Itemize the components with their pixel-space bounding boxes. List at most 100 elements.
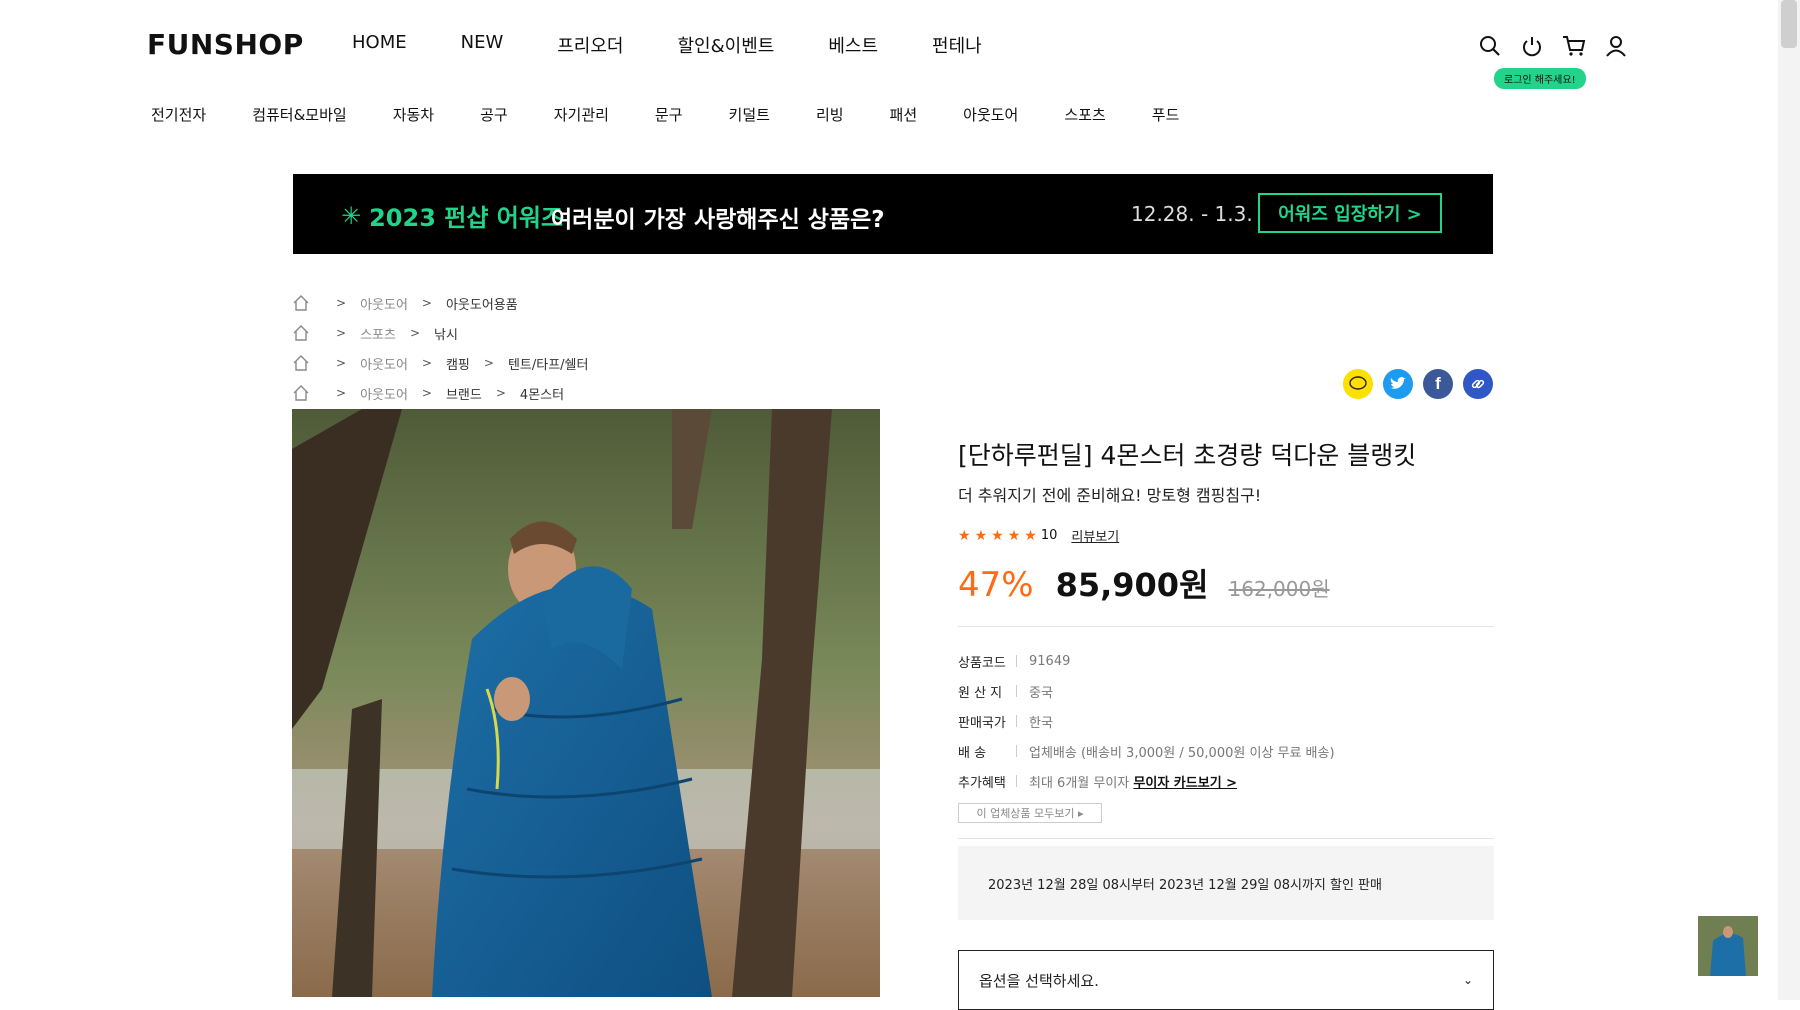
search-icon[interactable] [1476,32,1504,60]
breadcrumb-item[interactable]: 아웃도어 [360,384,408,403]
category-nav: 전기전자 컴퓨터&모바일 자동차 공구 자기관리 문구 키덜트 리빙 패션 아웃… [151,104,1225,125]
info-row: 추가혜택 최대 6개월 무이자 무이자 카드보기 > [958,766,1335,796]
chevron-right-icon: > [336,326,347,340]
info-key: 배 송 [958,745,987,761]
main-nav: HOME NEW 프리오더 할인&이벤트 베스트 펀테나 [352,32,1036,58]
interest-free-card-link[interactable]: 무이자 카드보기 > [1133,776,1237,791]
option-placeholder: 옵션을 선택하세요. [979,971,1099,990]
category-item[interactable]: 아웃도어 [963,104,1018,125]
scrollbar[interactable] [1778,0,1800,1000]
home-icon[interactable] [292,384,310,402]
product-title: [단하루펀딜] 4몬스터 초경량 덕다운 블랭킷 [958,441,1417,470]
rating-count: 10 [1040,528,1058,543]
cart-icon[interactable] [1560,32,1588,60]
info-value: 최대 6개월 무이자 무이자 카드보기 > [1029,775,1238,791]
nav-best[interactable]: 베스트 [828,32,878,58]
power-icon[interactable] [1518,32,1546,60]
star-icon: ★ [991,527,1004,544]
nav-preorder[interactable]: 프리오더 [557,32,623,58]
category-item[interactable]: 컴퓨터&모바일 [252,104,347,125]
utility-icons [1476,32,1630,60]
share-buttons: f [1343,369,1493,399]
star-icon: ★ [1024,527,1037,544]
review-link[interactable]: 리뷰보기 [1071,526,1119,545]
category-item[interactable]: 전기전자 [151,104,206,125]
banner-title: ✳ 2023 펀샵 어워즈 [341,201,564,233]
nav-sale-event[interactable]: 할인&이벤트 [678,32,775,58]
category-item[interactable]: 리빙 [816,104,844,125]
chevron-right-icon: > [336,386,347,400]
login-tooltip: 로그인 해주세요! [1494,68,1586,89]
breadcrumb-item[interactable]: 아웃도어 [360,294,408,313]
breadcrumb-item[interactable]: 4몬스터 [520,384,564,403]
breadcrumb-item[interactable]: 아웃도어용품 [446,294,518,313]
category-item[interactable]: 푸드 [1152,104,1180,125]
info-row: 상품코드 91649 [958,646,1335,676]
category-item[interactable]: 키덜트 [729,104,770,125]
category-item[interactable]: 스포츠 [1064,104,1105,125]
banner-date: 12.28. - 1.3. [1131,202,1253,226]
breadcrumb: > 아웃도어 > 브랜드 > 4몬스터 [292,378,588,408]
scrollbar-thumb[interactable] [1781,0,1797,48]
twitter-icon[interactable] [1383,369,1413,399]
link-icon[interactable] [1463,369,1493,399]
sale-notice: 2023년 12월 28일 08시부터 2023년 12월 29일 08시까지 … [958,846,1494,920]
info-row: 판매국가 한국 [958,706,1335,736]
breadcrumb-item[interactable]: 브랜드 [446,384,482,403]
recent-view-thumbnail[interactable] [1698,916,1758,976]
kakao-icon[interactable] [1343,369,1373,399]
category-item[interactable]: 공구 [480,104,508,125]
star-icon: ★ [958,527,971,544]
awards-enter-button[interactable]: 어워즈 입장하기 > [1258,193,1442,233]
breadcrumb-item[interactable]: 캠핑 [446,354,470,373]
info-key: 원 산 지 [958,685,1003,701]
home-icon[interactable] [292,354,310,372]
info-value: 91649 [1029,653,1071,669]
chevron-right-icon: > [336,296,347,310]
home-icon[interactable] [292,294,310,312]
divider [958,626,1494,627]
site-logo[interactable]: FUNSHOP [147,28,304,61]
breadcrumb: > 아웃도어 > 아웃도어용품 [292,288,588,318]
original-price: 162,000원 [1228,577,1330,601]
rating: ★ ★ ★ ★ ★ 10 리뷰보기 [958,526,1119,546]
divider [958,838,1494,839]
awards-banner[interactable]: ✳ 2023 펀샵 어워즈 여러분이 가장 사랑해주신 상품은? 12.28. … [293,174,1493,254]
info-value: 한국 [1029,715,1053,731]
user-icon[interactable] [1602,32,1630,60]
home-icon[interactable] [292,324,310,342]
info-row: 배 송 업체배송 (배송비 3,000원 / 50,000원 이상 무료 배송) [958,736,1335,766]
option-select[interactable]: 옵션을 선택하세요. ⌄ [958,950,1494,1010]
category-item[interactable]: 문구 [655,104,683,125]
breadcrumb: > 아웃도어 > 캠핑 > 텐트/타프/쉘터 [292,348,588,378]
star-icon: ★ [1007,527,1021,544]
chevron-right-icon: > [421,356,432,370]
breadcrumb-list: > 아웃도어 > 아웃도어용품 > 스포츠 > 낚시 > 아웃도어 > 캠핑 >… [292,288,588,408]
nav-new[interactable]: NEW [461,32,504,58]
info-value: 중국 [1029,685,1053,701]
product-info-list: 상품코드 91649 원 산 지 중국 판매국가 한국 배 송 업체배송 (배송… [958,646,1335,796]
price-box: 47% 85,900원 162,000원 [958,560,1330,606]
chevron-right-icon: > [483,356,494,370]
category-item[interactable]: 패션 [890,104,918,125]
product-image[interactable] [292,409,880,997]
category-item[interactable]: 자기관리 [554,104,609,125]
nav-funtenna[interactable]: 펀테나 [932,32,982,58]
sparkle-icon: ✳ [341,201,362,230]
breadcrumb-item[interactable]: 텐트/타프/쉘터 [508,354,589,373]
category-item[interactable]: 자동차 [393,104,434,125]
chevron-right-icon: > [495,386,506,400]
chevron-right-icon: > [336,356,347,370]
all-vendor-products-button[interactable]: 이 업체상품 모두보기 ▸ [958,803,1102,823]
info-value: 업체배송 (배송비 3,000원 / 50,000원 이상 무료 배송) [1029,745,1335,761]
info-key: 상품코드 [958,655,1006,671]
facebook-icon[interactable]: f [1423,369,1453,399]
chevron-right-icon: > [421,296,432,310]
breadcrumb-item[interactable]: 스포츠 [360,324,396,343]
breadcrumb-item[interactable]: 아웃도어 [360,354,408,373]
breadcrumb-item[interactable]: 낚시 [434,324,458,343]
breadcrumb: > 스포츠 > 낚시 [292,318,588,348]
info-key: 판매국가 [958,715,1006,731]
info-key: 추가혜택 [958,775,1006,791]
nav-home[interactable]: HOME [352,32,407,58]
